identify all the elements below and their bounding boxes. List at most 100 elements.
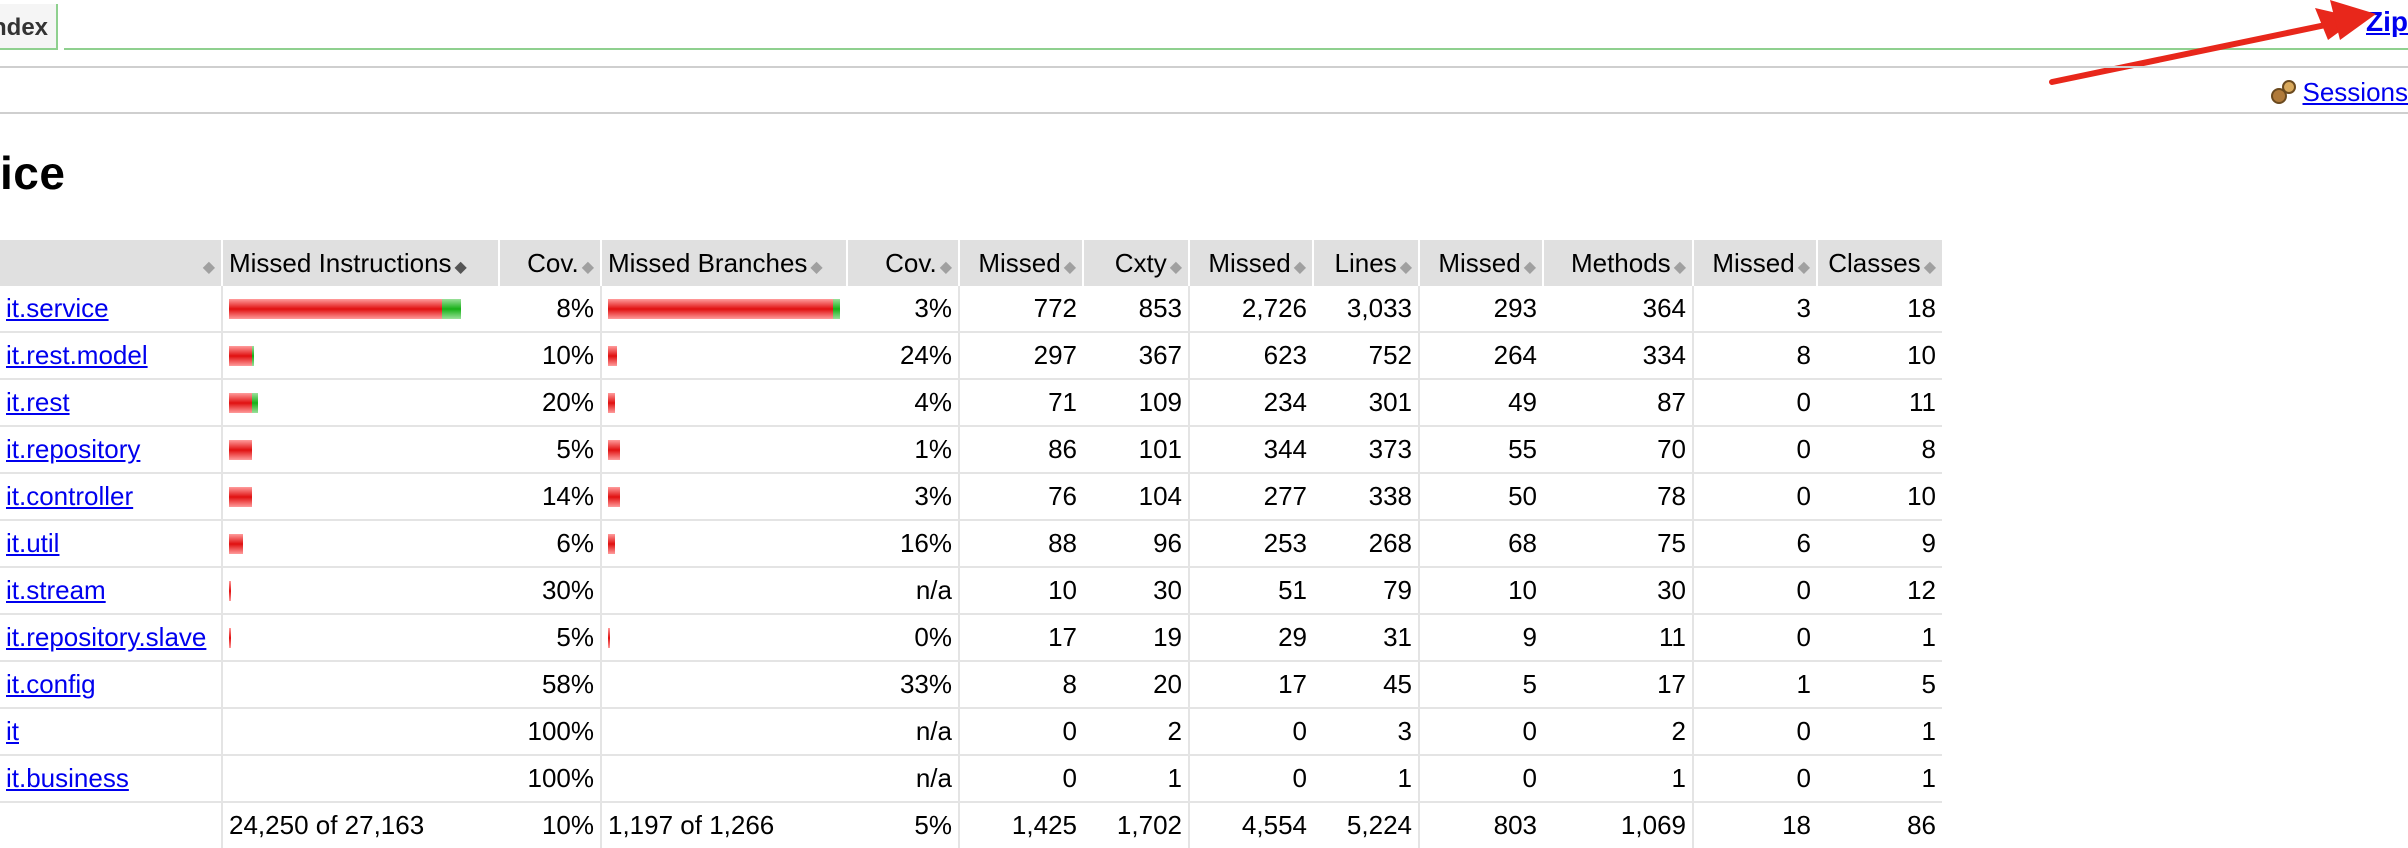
missed-bar <box>229 299 442 319</box>
col-methods-header[interactable]: Methods◆ <box>1543 240 1693 286</box>
lines-missed: 17 <box>1189 661 1313 708</box>
col-element-header[interactable]: ◆ <box>0 240 222 286</box>
package-name-cell: it <box>0 708 222 755</box>
col-classes-header[interactable]: Classes◆ <box>1817 240 1942 286</box>
instruction-cov: 8% <box>499 286 601 332</box>
branch-cov: 3% <box>847 286 959 332</box>
instructions-bar <box>229 440 493 460</box>
methods: 75 <box>1543 520 1693 567</box>
col-methods-missed-header[interactable]: Missed◆ <box>1419 240 1543 286</box>
cxty-missed: 88 <box>959 520 1083 567</box>
branches-bar <box>608 628 841 648</box>
package-link[interactable]: it.rest.model <box>6 340 148 370</box>
methods-missed: 293 <box>1419 286 1543 332</box>
sort-icon: ◆ <box>1924 259 1936 276</box>
coverage-table: ◆ Missed Instructions◆ Cov.◆ Missed Bran… <box>0 240 1942 848</box>
package-link[interactable]: it.service <box>6 293 109 323</box>
col-lines-missed-header[interactable]: Missed◆ <box>1189 240 1313 286</box>
total-lines: 5,224 <box>1313 802 1419 848</box>
missed-bar <box>608 299 833 319</box>
missed-bar <box>608 628 610 648</box>
classes: 12 <box>1817 567 1942 614</box>
cxty-missed: 0 <box>959 708 1083 755</box>
classes: 9 <box>1817 520 1942 567</box>
classes: 1 <box>1817 708 1942 755</box>
table-row: it.stream30%n/a103051791030012 <box>0 567 1942 614</box>
missed-branches-bar-cell <box>601 473 847 520</box>
package-link[interactable]: it <box>6 716 19 746</box>
package-name-cell: it.stream <box>0 567 222 614</box>
missed-instructions-bar-cell <box>222 332 499 379</box>
sort-icon: ◆ <box>1400 259 1412 276</box>
missed-bar <box>608 534 615 554</box>
col-missed-instructions-header[interactable]: Missed Instructions◆ <box>222 240 499 286</box>
col-classes-missed-header[interactable]: Missed◆ <box>1693 240 1817 286</box>
col-lines-header[interactable]: Lines◆ <box>1313 240 1419 286</box>
package-link[interactable]: it.controller <box>6 481 133 511</box>
col-cxty-missed-header[interactable]: Missed◆ <box>959 240 1083 286</box>
lines: 3,033 <box>1313 286 1419 332</box>
cxty-missed: 71 <box>959 379 1083 426</box>
table-row: it.service8%3%7728532,7263,033293364318 <box>0 286 1942 332</box>
instructions-bar <box>229 393 493 413</box>
lines: 373 <box>1313 426 1419 473</box>
branch-cov: 24% <box>847 332 959 379</box>
lines: 338 <box>1313 473 1419 520</box>
missed-instructions-bar-cell <box>222 473 499 520</box>
lines: 3 <box>1313 708 1419 755</box>
col-missed-branches-header[interactable]: Missed Branches◆ <box>601 240 847 286</box>
classes-missed: 0 <box>1693 567 1817 614</box>
package-link[interactable]: it.util <box>6 528 59 558</box>
instructions-bar <box>229 346 493 366</box>
methods: 78 <box>1543 473 1693 520</box>
methods: 17 <box>1543 661 1693 708</box>
sessions-link[interactable]: Sessions <box>2303 77 2408 108</box>
package-link[interactable]: it.config <box>6 669 96 699</box>
total-branch-cov: 5% <box>847 802 959 848</box>
divider-bottom <box>0 112 2408 114</box>
covered-bar <box>442 299 461 319</box>
lines: 268 <box>1313 520 1419 567</box>
missed-branches-bar-cell <box>601 614 847 661</box>
lines-missed: 344 <box>1189 426 1313 473</box>
missed-instructions-bar-cell <box>222 379 499 426</box>
table-row: it.repository5%1%86101344373557008 <box>0 426 1942 473</box>
tab-index[interactable]: ndex <box>0 4 58 50</box>
missed-instructions-bar-cell <box>222 520 499 567</box>
package-link[interactable]: it.repository.slave <box>6 622 206 652</box>
cxty-missed: 86 <box>959 426 1083 473</box>
instruction-cov: 30% <box>499 567 601 614</box>
lines: 79 <box>1313 567 1419 614</box>
methods-missed: 264 <box>1419 332 1543 379</box>
col-branch-cov-header[interactable]: Cov.◆ <box>847 240 959 286</box>
instruction-cov: 5% <box>499 614 601 661</box>
package-link[interactable]: it.business <box>6 763 129 793</box>
table-row: it.business100%n/a01010101 <box>0 755 1942 802</box>
branches-bar <box>608 769 841 789</box>
classes-missed: 3 <box>1693 286 1817 332</box>
package-link[interactable]: it.rest <box>6 387 70 417</box>
table-row: it.config58%33%820174551715 <box>0 661 1942 708</box>
sort-icon: ◆ <box>1524 259 1536 276</box>
package-link[interactable]: it.stream <box>6 575 106 605</box>
package-name-cell: it.repository <box>0 426 222 473</box>
col-instruction-cov-header[interactable]: Cov.◆ <box>499 240 601 286</box>
package-link[interactable]: it.repository <box>6 434 140 464</box>
instructions-bar <box>229 722 493 742</box>
col-cxty-header[interactable]: Cxty◆ <box>1083 240 1189 286</box>
table-row: it.rest.model10%24%297367623752264334810 <box>0 332 1942 379</box>
methods-missed: 50 <box>1419 473 1543 520</box>
table-row: it100%n/a02030201 <box>0 708 1942 755</box>
branches-bar <box>608 722 841 742</box>
methods-missed: 49 <box>1419 379 1543 426</box>
sort-icon: ◆ <box>810 259 822 276</box>
cxty: 96 <box>1083 520 1189 567</box>
classes-missed: 0 <box>1693 426 1817 473</box>
missed-branches-bar-cell <box>601 520 847 567</box>
methods: 334 <box>1543 332 1693 379</box>
cxty: 104 <box>1083 473 1189 520</box>
branch-cov: n/a <box>847 755 959 802</box>
instructions-bar <box>229 628 493 648</box>
cxty-missed: 17 <box>959 614 1083 661</box>
missed-instructions-bar-cell <box>222 286 499 332</box>
